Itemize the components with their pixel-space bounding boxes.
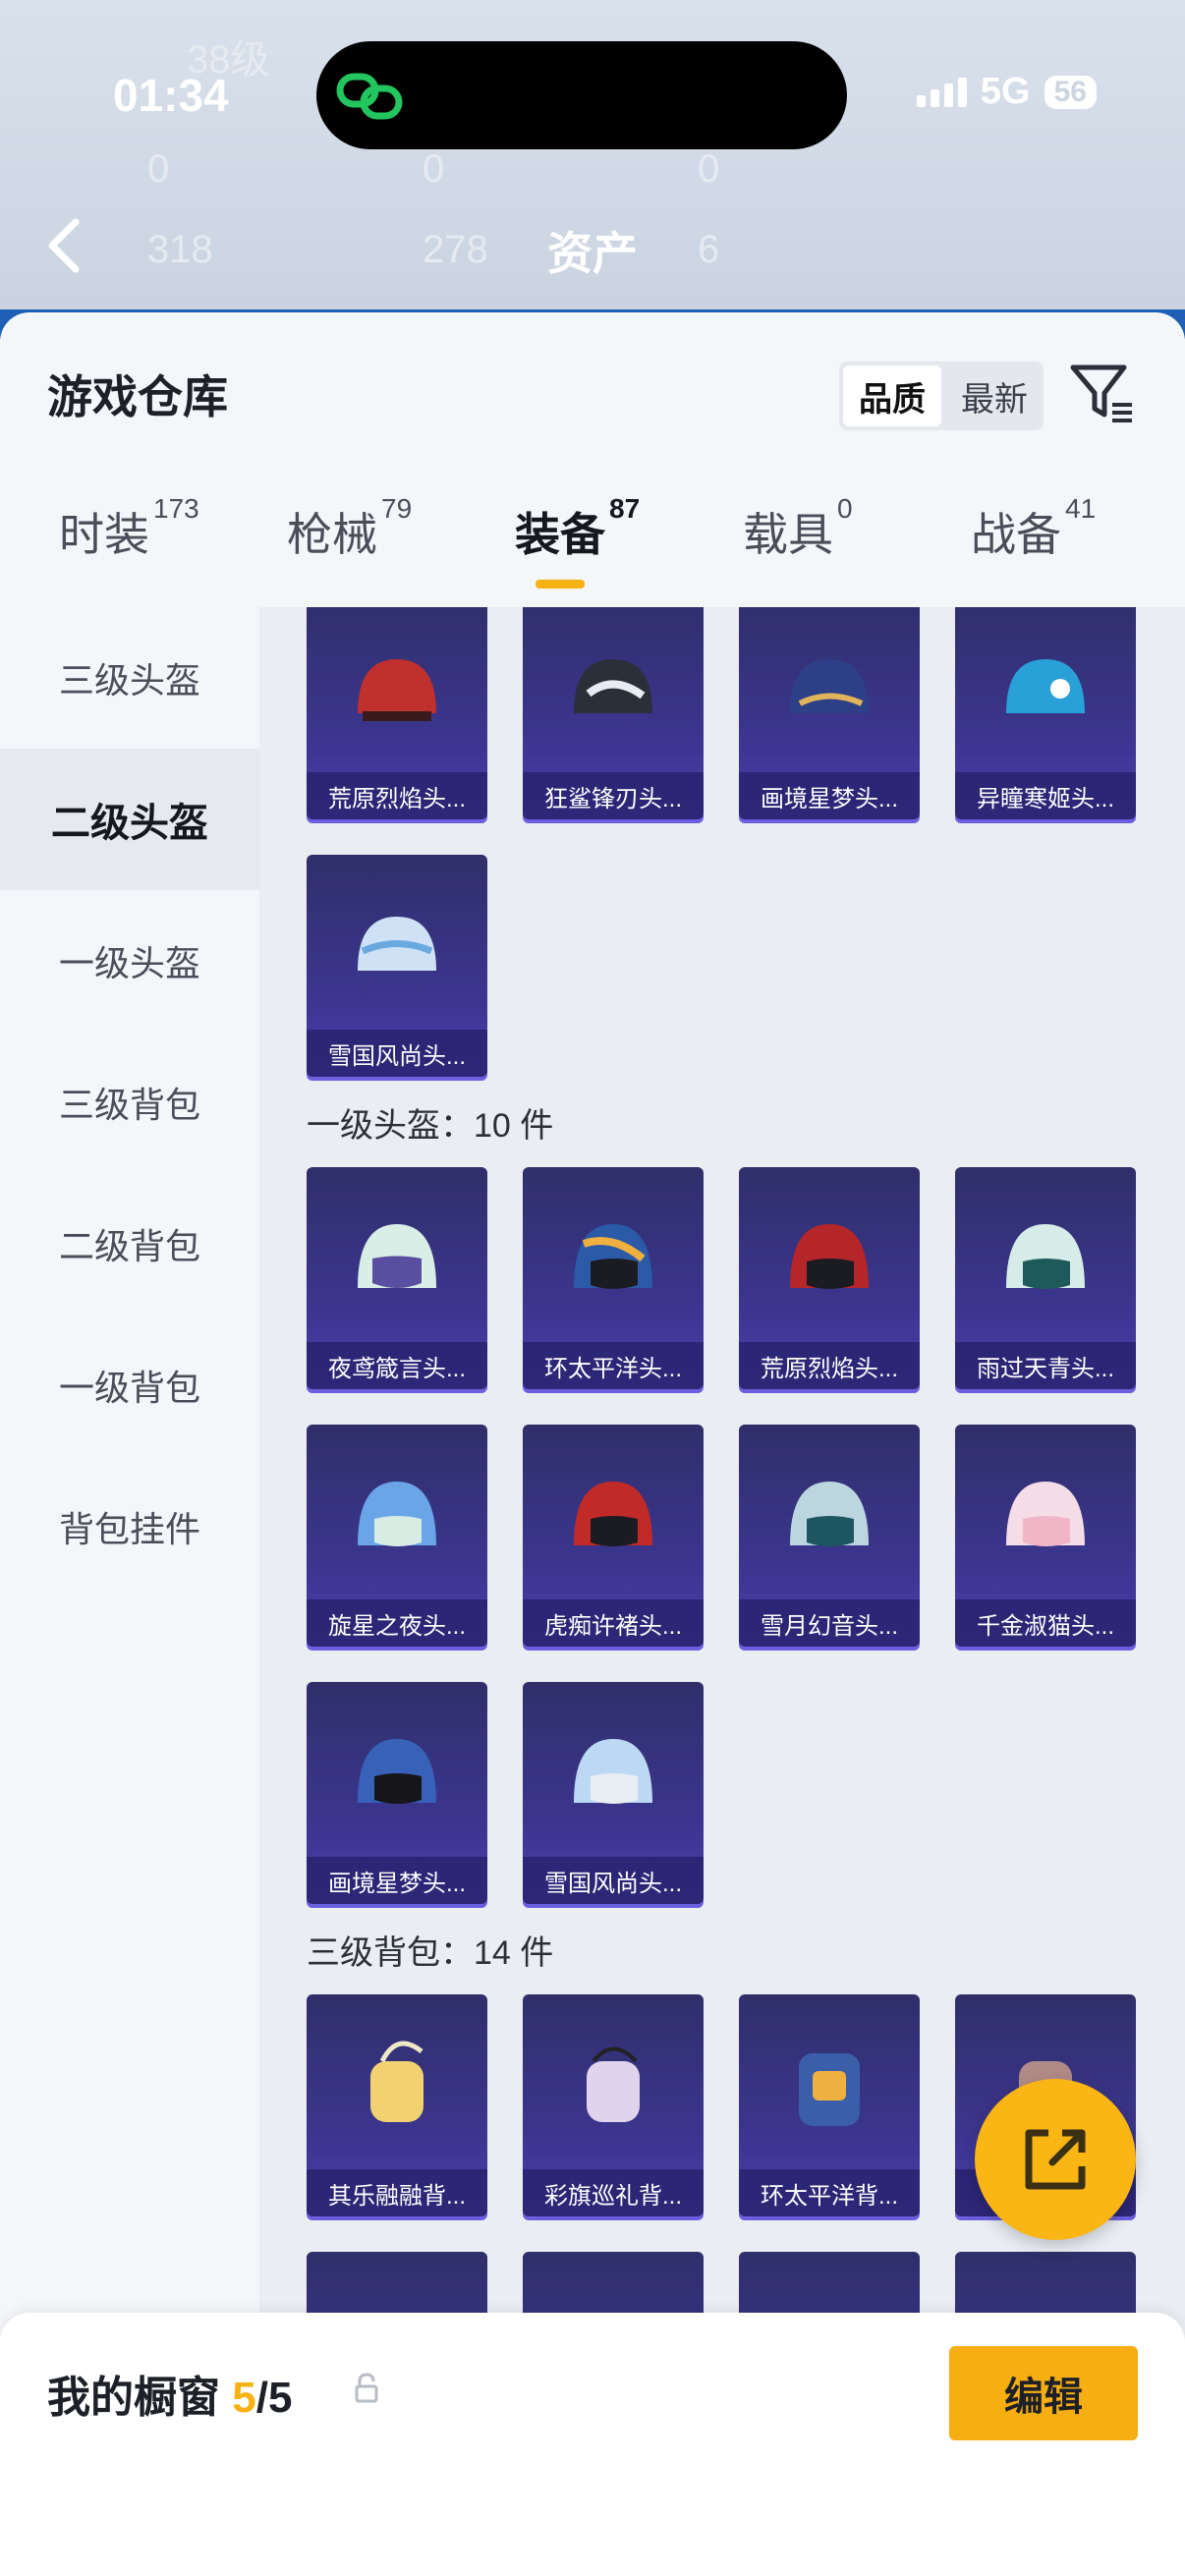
sheet-title: 游戏仓库 xyxy=(47,371,228,422)
backpack-icon xyxy=(370,2041,423,2122)
tab-vehicles[interactable]: 载具0 xyxy=(743,493,853,564)
sidebar-item-backpack-3[interactable]: 三级背包 xyxy=(0,1032,259,1173)
item-name: 狂鲨锋刃头... xyxy=(523,772,704,819)
item-card[interactable]: 雪国风尚头... xyxy=(523,1682,704,1904)
signal-icon xyxy=(916,77,967,107)
helmet-icon xyxy=(790,1224,869,1289)
item-card[interactable]: 旋星之夜头... xyxy=(307,1425,487,1647)
battery-icon: 56 xyxy=(1044,75,1097,109)
category-tabs: 时装173 枪械79 装备87 载具0 战备41 xyxy=(0,493,1185,607)
item-card[interactable]: 环太平洋头... xyxy=(523,1167,704,1389)
sidebar-item-backpack-2[interactable]: 二级背包 xyxy=(0,1173,259,1315)
item-card[interactable]: 画境星梦头... xyxy=(307,1682,487,1904)
item-name: 雪国风尚头... xyxy=(307,1030,487,1077)
tab-equipment[interactable]: 装备87 xyxy=(515,493,640,564)
sort-toggle[interactable]: 品质 最新 xyxy=(839,362,1044,430)
helmet-icon xyxy=(574,1482,652,1546)
share-button[interactable] xyxy=(975,2079,1136,2240)
item-card[interactable]: 夜鸢箴言头... xyxy=(307,1167,487,1389)
section-header: 一级头盔：10 件 xyxy=(307,1107,554,1145)
item-name: 荒原烈焰头... xyxy=(307,772,487,819)
item-name: 环太平洋背... xyxy=(739,2169,920,2216)
item-card[interactable]: 画境星梦头... xyxy=(739,607,920,819)
link-icon xyxy=(336,73,403,120)
sidebar-item-helmet-1[interactable]: 一级头盔 xyxy=(0,890,259,1032)
item-grid: 荒原烈焰头... 狂鲨锋刃头... 画境星梦头... 异瞳寒姬头... 雪国风尚… xyxy=(259,607,1185,2576)
helmet-icon xyxy=(358,1482,436,1546)
sidebar-item-helmet-2[interactable]: 二级头盔 xyxy=(0,749,259,890)
item-name: 异瞳寒姬头... xyxy=(955,772,1136,819)
item-name: 画境星梦头... xyxy=(739,772,920,819)
tab-guns[interactable]: 枪械79 xyxy=(287,493,412,564)
item-card[interactable]: 荒原烈焰头... xyxy=(739,1167,920,1389)
helmet-icon xyxy=(574,1224,652,1289)
item-name: 画境星梦头... xyxy=(307,1857,487,1904)
item-card[interactable]: 雨过天青头... xyxy=(955,1167,1136,1389)
warehouse-sheet: 游戏仓库 品质 最新 时装173 枪械79 装备87 载具0 战备41 三级头盔… xyxy=(0,312,1185,2576)
sort-latest[interactable]: 最新 xyxy=(945,362,1044,430)
helmet-icon xyxy=(358,1224,436,1288)
tab-fashion[interactable]: 时装173 xyxy=(59,493,199,564)
top-header: 38级 0 0 0 318 278 6 01:34 5G 56 资产 xyxy=(0,0,1185,324)
showcase-used: 5 xyxy=(232,2374,256,2422)
backpack-icon xyxy=(799,2053,860,2126)
sidebar-item-backpack-1[interactable]: 一级背包 xyxy=(0,1315,259,1456)
item-name: 环太平洋头... xyxy=(523,1342,704,1389)
item-card[interactable]: 环太平洋背... xyxy=(739,1994,920,2216)
item-name: 雨过天青头... xyxy=(955,1342,1136,1389)
helmet-icon xyxy=(1006,1224,1085,1289)
tab-supplies[interactable]: 战备41 xyxy=(971,493,1096,564)
item-card[interactable]: 其乐融融背... xyxy=(307,1994,487,2216)
item-name: 旋星之夜头... xyxy=(307,1599,487,1647)
sidebar-item-pendant[interactable]: 背包挂件 xyxy=(0,1456,259,1597)
stat-value: 0 xyxy=(423,147,445,191)
share-icon xyxy=(1025,2129,1086,2190)
sidebar: 三级头盔 二级头盔 一级头盔 三级背包 二级背包 一级背包 背包挂件 xyxy=(0,607,259,2576)
network-label: 5G xyxy=(980,71,1031,112)
helmet-icon xyxy=(358,917,436,971)
item-name: 彩旗巡礼背... xyxy=(523,2169,704,2216)
helmet-icon xyxy=(790,1482,869,1546)
item-card[interactable]: 千金淑猫头... xyxy=(955,1425,1136,1647)
item-name: 雪月幻音头... xyxy=(739,1599,920,1647)
item-card[interactable]: 彩旗巡礼背... xyxy=(523,1994,704,2216)
stat-value: 0 xyxy=(698,147,720,191)
item-card[interactable]: 荒原烈焰头... xyxy=(307,607,487,819)
helmet-icon xyxy=(358,1739,436,1804)
section-header: 三级背包：14 件 xyxy=(307,1934,554,1972)
item-card[interactable]: 雪国风尚头... xyxy=(307,855,487,1077)
item-name: 雪国风尚头... xyxy=(523,1857,704,1904)
item-name: 其乐融融背... xyxy=(307,2169,487,2216)
item-card[interactable]: 虎痴许褚头... xyxy=(523,1425,704,1647)
item-name: 千金淑猫头... xyxy=(955,1599,1136,1647)
item-card[interactable]: 狂鲨锋刃头... xyxy=(523,607,704,819)
item-name: 荒原烈焰头... xyxy=(739,1342,920,1389)
stat-value: 0 xyxy=(147,147,170,191)
backpack-icon xyxy=(587,2046,640,2122)
item-name: 夜鸢箴言头... xyxy=(307,1342,487,1389)
sidebar-item-helmet-3[interactable]: 三级头盔 xyxy=(0,607,259,749)
item-card[interactable]: 雪月幻音头... xyxy=(739,1425,920,1647)
helmet-icon xyxy=(358,659,436,721)
status-time: 01:34 xyxy=(113,70,229,121)
edit-button[interactable]: 编辑 xyxy=(949,2346,1138,2440)
item-card[interactable]: 异瞳寒姬头... xyxy=(955,607,1136,819)
helmet-icon xyxy=(1006,659,1085,713)
helmet-icon xyxy=(574,659,652,713)
showcase-total: 5 xyxy=(267,2374,293,2422)
showcase-bar: 我的橱窗 5/5 编辑 xyxy=(0,2313,1185,2576)
item-name: 虎痴许褚头... xyxy=(523,1599,704,1647)
status-right: 5G 56 xyxy=(916,71,1097,113)
filter-icon[interactable] xyxy=(1069,360,1136,426)
helmet-icon xyxy=(790,659,869,713)
page-title: 资产 xyxy=(547,228,638,279)
sort-quality[interactable]: 品质 xyxy=(843,365,941,426)
lock-icon xyxy=(355,2373,378,2403)
tab-active-indicator xyxy=(536,580,585,588)
showcase-title: 我的橱窗 5/5 xyxy=(47,2374,293,2422)
helmet-icon xyxy=(1006,1482,1085,1546)
helmet-icon xyxy=(574,1739,652,1804)
